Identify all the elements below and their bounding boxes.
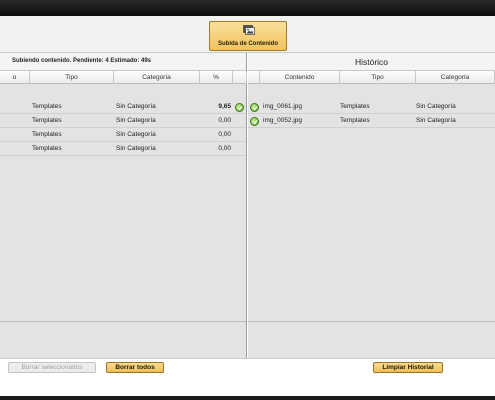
clear-history-button[interactable]: Limpiar Historial — [373, 362, 443, 373]
window-top-bar — [0, 0, 495, 16]
cell-tipo: Templates — [340, 103, 370, 110]
table-bottom-divider — [248, 321, 495, 322]
upload-status-header: Subiendo contenido. Pendiente: 4 Estimad… — [0, 53, 246, 71]
table-row[interactable]: Templates Sin Categoría 9,65 — [0, 100, 246, 114]
cell-contenido: img_0052.jpg — [263, 117, 303, 124]
upload-images-icon — [243, 25, 255, 36]
column-header-tipo[interactable]: Tipo — [30, 71, 114, 84]
upload-content-button[interactable]: Subida de Contenido — [209, 21, 287, 51]
window-bottom-bar — [0, 396, 495, 400]
cell-percent: 0,00 — [218, 131, 231, 138]
column-header-categoria[interactable]: Categoría — [416, 71, 495, 84]
cell-percent: 0,00 — [218, 145, 231, 152]
cell-categoria: Sin Categoría — [416, 117, 456, 124]
cell-categoria: Sin Categoría — [116, 117, 156, 124]
cell-categoria: Sin Categoría — [416, 103, 456, 110]
upload-queue-panel: Subiendo contenido. Pendiente: 4 Estimad… — [0, 53, 247, 396]
footer-actions: Borrar seleccionados Borrar todos Limpia… — [0, 358, 495, 396]
table-row[interactable]: Templates Sin Categoría 0,00 — [0, 142, 246, 156]
cell-tipo: Templates — [32, 131, 62, 138]
cell-percent: 0,00 — [218, 117, 231, 124]
cell-contenido: img_0061.jpg — [263, 103, 303, 110]
cell-tipo: Templates — [32, 103, 62, 110]
column-header-contenido[interactable]: Contenido — [260, 71, 340, 84]
app-frame: Subida de Contenido Subiendo contenido. … — [0, 16, 495, 396]
history-row[interactable]: img_0061.jpg Templates Sin Categoría — [248, 100, 495, 114]
table-row[interactable]: Templates Sin Categoría 0,00 — [0, 128, 246, 142]
column-header-status — [248, 71, 260, 84]
toolbar: Subida de Contenido — [0, 16, 495, 53]
column-header-tipo[interactable]: Tipo — [340, 71, 416, 84]
check-ok-icon — [235, 102, 244, 112]
cell-categoria: Sin Categoría — [116, 145, 156, 152]
history-header: Histórico — [248, 53, 495, 71]
history-row[interactable]: img_0052.jpg Templates Sin Categoría — [248, 114, 495, 128]
upload-content-label: Subida de Contenido — [218, 41, 278, 47]
history-panel: Histórico Contenido Tipo Categoría img_0… — [248, 53, 495, 396]
cell-tipo: Templates — [32, 117, 62, 124]
cell-tipo: Templates — [32, 145, 62, 152]
cell-categoria: Sin Categoría — [116, 131, 156, 138]
cell-categoria: Sin Categoría — [116, 103, 156, 110]
column-header-percent[interactable]: % — [200, 71, 233, 84]
column-header-status — [233, 71, 247, 84]
check-ok-icon — [250, 102, 259, 112]
cell-percent: 9,65 — [218, 103, 231, 110]
column-header-categoria[interactable]: Categoría — [114, 71, 200, 84]
check-ok-icon — [250, 116, 259, 126]
delete-all-button[interactable]: Borrar todos — [106, 362, 164, 373]
cell-tipo: Templates — [340, 117, 370, 124]
upload-status-text: Subiendo contenido. Pendiente: 4 Estimad… — [12, 58, 152, 64]
delete-selected-button[interactable]: Borrar seleccionados — [8, 362, 96, 373]
history-title: Histórico — [354, 57, 389, 67]
table-bottom-divider — [0, 321, 246, 322]
table-row[interactable]: Templates Sin Categoría 0,00 — [0, 114, 246, 128]
column-header-contenido[interactable]: o — [0, 71, 30, 84]
